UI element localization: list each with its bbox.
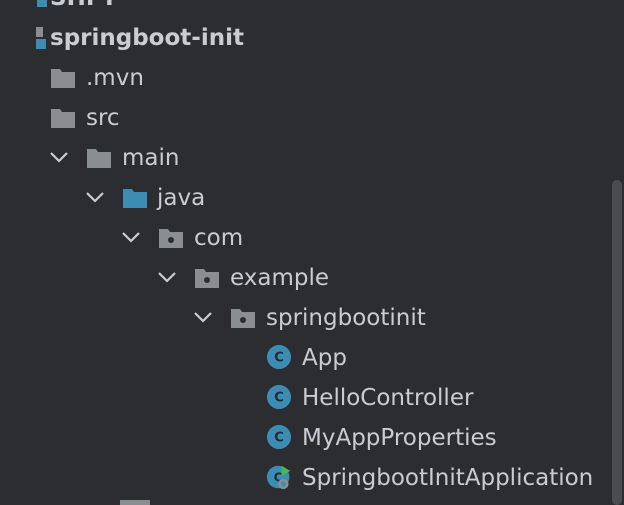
tree-item-label: java (157, 185, 206, 211)
tree-item-label: main (122, 145, 180, 171)
svg-text:C: C (274, 351, 284, 366)
tree-item-label: App (302, 345, 347, 371)
svg-text:C: C (274, 431, 284, 446)
folder-icon (50, 105, 76, 131)
scrollbar-thumb[interactable] (612, 180, 622, 505)
scrollbar-track[interactable] (610, 0, 624, 505)
tree-item-label: MyAppProperties (302, 425, 497, 451)
tree-item-label: src (86, 105, 120, 131)
tree-item-label: SpringbootInitApplication (302, 465, 594, 491)
tree-item-label: SHFT (50, 0, 117, 12)
tree-item-label: HelloController (302, 385, 474, 411)
tree-item-partial-bottom[interactable] (120, 500, 150, 505)
folder-icon (50, 65, 76, 91)
package-icon (230, 305, 256, 331)
tree-item-label: example (230, 265, 329, 291)
source-folder-icon (122, 185, 148, 211)
project-tree: SHFT springboot-init .mvn src main (0, 0, 610, 505)
package-icon (194, 265, 220, 291)
tree-item-label: .mvn (86, 65, 144, 91)
class-icon: C (266, 424, 292, 450)
folder-icon (86, 145, 112, 171)
project-name: springboot-init (50, 25, 244, 51)
chevron-down-icon[interactable] (156, 266, 178, 288)
chevron-down-icon[interactable] (48, 146, 70, 168)
tree-item-label: com (194, 225, 244, 251)
spring-boot-class-icon: C (266, 464, 292, 490)
chevron-down-icon[interactable] (192, 306, 214, 328)
chevron-down-icon[interactable] (120, 226, 142, 248)
chevron-down-icon[interactable] (84, 186, 106, 208)
tree-item-label: springbootinit (266, 305, 426, 331)
class-icon: C (266, 384, 292, 410)
class-icon: C (266, 344, 292, 370)
package-icon (158, 225, 184, 251)
svg-text:C: C (274, 391, 284, 406)
